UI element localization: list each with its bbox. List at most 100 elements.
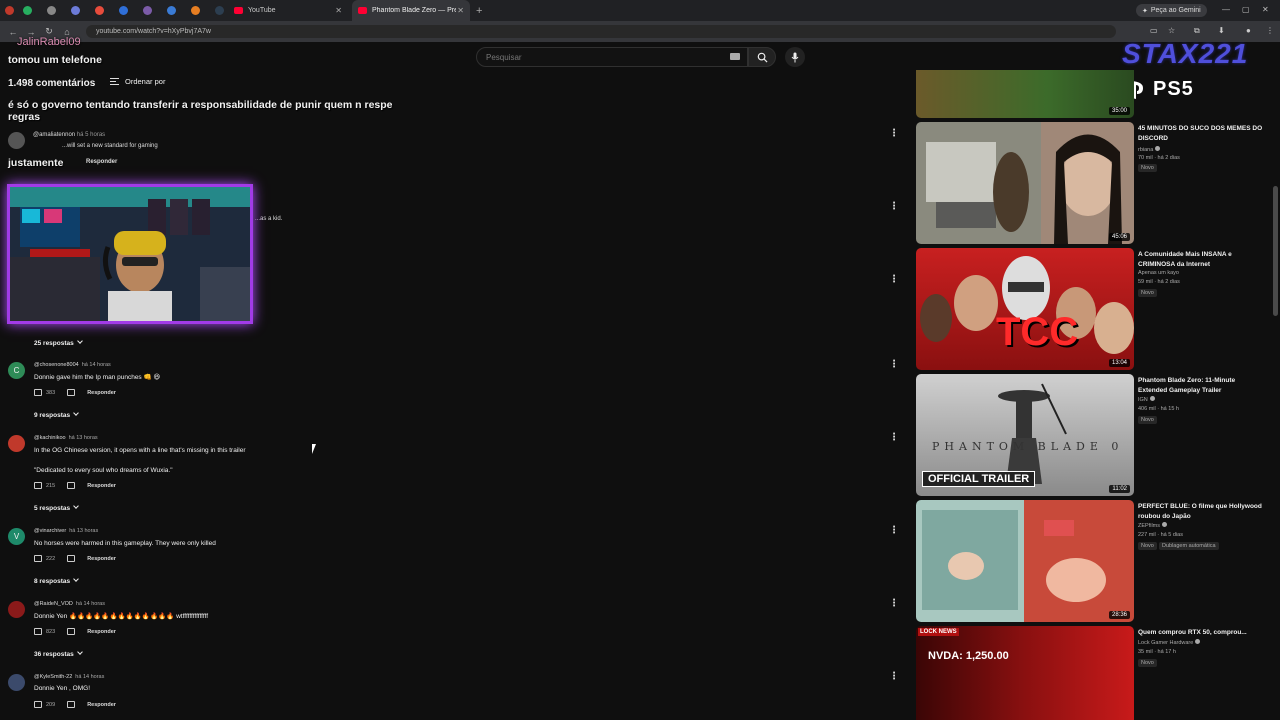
recommended-video[interactable]: 45:06 45 MINUTOS DO SUCO DOS MEMES DO DI… [916,122,1266,244]
home-icon[interactable]: ⌂ [62,27,72,37]
video-title[interactable]: Quem comprou RTX 50, comprou... [1138,628,1263,638]
chevron-down-icon [76,338,83,344]
recommended-video[interactable]: PHANTOM BLADE 0 OFFICIAL TRAILER 11:02 P… [916,374,1266,496]
tab-phantom-blade[interactable]: Phantom Blade Zero — Pre-Or ✕ [352,0,470,21]
comment-menu-icon[interactable]: ⋮ [889,671,899,682]
search-button[interactable] [748,47,776,67]
comment-author[interactable]: @KyleSmith-22 há 14 horas [34,674,104,680]
minimize-icon[interactable]: — [1222,5,1230,14]
voice-search-button[interactable] [785,47,805,67]
video-thumbnail[interactable]: 45:06 [916,122,1134,244]
comment-menu-icon[interactable]: ⋮ [889,359,899,370]
tab-youtube[interactable]: YouTube ✕ [228,0,348,21]
close-tab-icon[interactable]: ✕ [335,6,342,15]
video-thumbnail[interactable]: PHANTOM BLADE 0 OFFICIAL TRAILER 11:02 [916,374,1134,496]
chevron-down-icon [73,503,79,509]
avatar[interactable] [8,601,25,618]
sort-button[interactable]: Ordenar por [110,77,165,86]
video-thumbnail[interactable]: NVDA: 1,250.00 LOCK NEWS [916,626,1134,720]
comment-author[interactable]: @kachinikoo há 13 horas [34,435,98,441]
comment-menu-icon[interactable]: ⋮ [889,201,899,212]
reply-button[interactable]: Responder [87,390,116,396]
pinned-tab[interactable] [18,0,36,21]
channel-name[interactable]: rbiana [1138,146,1161,153]
comment-author[interactable]: @vinarchiver há 13 horas [34,528,98,534]
video-title[interactable]: A Comunidade Mais INSANA e CRIMINOSA da … [1138,250,1263,270]
gemini-button[interactable]: ✦ Peça ao Gemini [1136,4,1207,17]
like-icon[interactable] [34,482,42,489]
search-input[interactable]: Pesquisar [476,47,748,67]
recommended-video[interactable]: TCC 13:04 A Comunidade Mais INSANA e CRI… [916,248,1266,370]
reply-button[interactable]: Responder [86,159,117,165]
new-tab-button[interactable]: + [476,5,482,17]
pinned-tab[interactable] [90,0,108,21]
video-thumbnail[interactable]: TCC 13:04 [916,248,1134,370]
channel-name[interactable]: Lock Gamer Hardware [1138,639,1201,646]
replies-toggle[interactable]: 8 respostas [34,576,79,585]
like-icon[interactable] [34,701,42,708]
reply-button[interactable]: Responder [87,629,116,635]
avatar[interactable] [8,132,25,149]
video-title[interactable]: 45 MINUTOS DO SUCO DOS MEMES DO DISCORD [1138,124,1263,144]
comment-author[interactable]: @RaideN_VOD há 14 horas [34,601,105,607]
replies-toggle[interactable]: 36 respostas [34,649,83,658]
pinned-tab[interactable] [66,0,84,21]
like-icon[interactable] [34,628,42,635]
replies-toggle[interactable]: 9 respostas [34,410,79,419]
url-field[interactable]: youtube.com/watch?v=hXyPbvj7A7w [86,25,1116,38]
pinned-tab[interactable] [42,0,60,21]
video-thumbnail[interactable]: 35:00 [916,70,1134,118]
video-title[interactable]: PERFECT BLUE: O filme que Hollywood roub… [1138,502,1263,522]
download-icon[interactable]: ⬇ [1218,26,1225,35]
pinned-tab[interactable] [186,0,204,21]
dislike-icon[interactable] [67,389,76,396]
extensions-icon[interactable]: ⧉ [1194,26,1200,36]
menu-icon[interactable]: ⋮ [1266,26,1274,35]
avatar[interactable]: V [8,528,25,545]
pinned-tab[interactable] [114,0,132,21]
channel-name[interactable]: Apenas um kayo [1138,270,1179,276]
like-icon[interactable] [34,389,42,396]
like-icon[interactable] [34,555,42,562]
replies-toggle[interactable]: 25 respostas [34,338,83,347]
close-window-icon[interactable]: ✕ [1262,5,1269,14]
keyboard-icon[interactable] [730,53,740,60]
reply-button[interactable]: Responder [87,483,116,489]
dislike-icon[interactable] [67,482,76,489]
dislike-icon[interactable] [67,555,76,562]
comment-menu-icon[interactable]: ⋮ [889,432,899,443]
channel-name[interactable]: IGN [1138,396,1155,403]
channel-name[interactable]: ZEPfilms [1138,522,1167,529]
replies-toggle[interactable]: 5 respostas [34,503,79,512]
close-tab-icon[interactable]: ✕ [457,6,464,15]
pinned-tab[interactable] [162,0,180,21]
chevron-down-icon [76,649,83,655]
page-scrollbar[interactable] [1273,186,1278,316]
recommended-video[interactable]: NVDA: 1,250.00 LOCK NEWS Quem comprou RT… [916,626,1266,720]
avatar[interactable] [8,435,25,452]
dislike-icon[interactable] [67,701,76,708]
pinned-tab[interactable] [0,0,18,21]
comment-menu-icon[interactable]: ⋮ [889,598,899,609]
recommended-video[interactable]: 35:00 [916,70,1266,118]
star-icon[interactable]: ☆ [1168,26,1175,35]
cast-icon[interactable]: ▭ [1150,26,1158,35]
pinned-tab[interactable] [210,0,228,21]
comment-author[interactable]: @chosenone8004 há 14 horas [34,362,111,368]
profile-icon[interactable]: ● [1246,26,1251,35]
comment-menu-icon[interactable]: ⋮ [889,128,899,139]
pinned-tab[interactable] [138,0,156,21]
dislike-icon[interactable] [67,628,76,635]
recommended-video[interactable]: 28:36 PERFECT BLUE: O filme que Hollywoo… [916,500,1266,622]
avatar[interactable] [8,674,25,691]
maximize-icon[interactable]: ▢ [1242,5,1250,14]
avatar[interactable]: C [8,362,25,379]
comment-menu-icon[interactable]: ⋮ [889,525,899,536]
comment-menu-icon[interactable]: ⋮ [889,274,899,285]
video-thumbnail[interactable]: 28:36 [916,500,1134,622]
reply-button[interactable]: Responder [87,556,116,562]
video-title[interactable]: Phantom Blade Zero: 11-Minute Extended G… [1138,376,1263,396]
back-icon[interactable]: ← [8,27,18,37]
forward-icon[interactable]: → [26,27,36,37]
reply-button[interactable]: Responder [87,702,116,708]
